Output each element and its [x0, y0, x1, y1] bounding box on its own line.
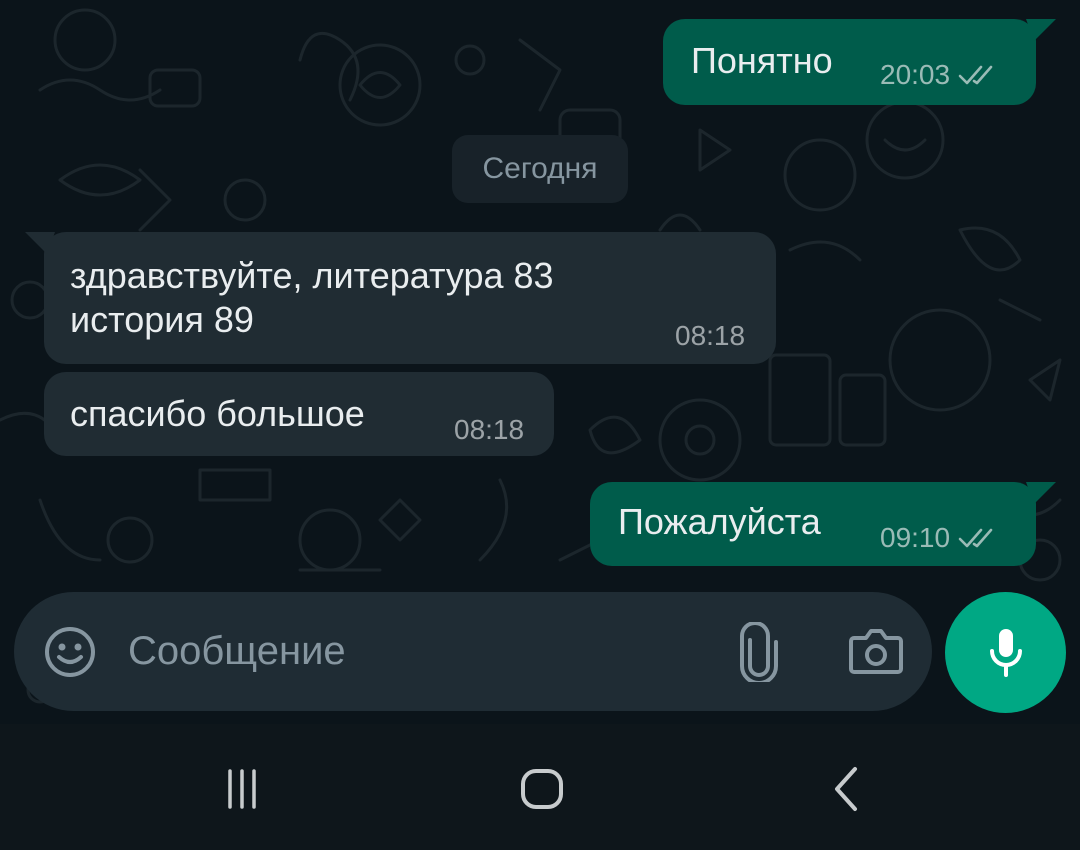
- system-navigation-bar: [0, 724, 1080, 850]
- message-text: спасибо большое: [70, 393, 365, 434]
- message-meta: 09:10: [880, 522, 1000, 554]
- back-button[interactable]: [812, 754, 882, 824]
- double-check-icon: [958, 528, 993, 548]
- message-meta: 08:18: [454, 414, 524, 446]
- emoji-icon[interactable]: [42, 624, 98, 680]
- recent-apps-icon: [228, 769, 256, 809]
- home-icon: [521, 769, 563, 809]
- recent-apps-button[interactable]: [207, 754, 277, 824]
- voice-record-button[interactable]: [945, 592, 1066, 713]
- bubble-tail: [25, 232, 55, 254]
- message-bubble-incoming[interactable]: спасибо большое 08:18: [44, 372, 554, 456]
- message-time: 09:10: [880, 522, 951, 553]
- home-button[interactable]: [507, 754, 577, 824]
- back-icon: [835, 767, 857, 811]
- message-meta: 08:18: [675, 320, 745, 352]
- message-time: 08:18: [454, 414, 525, 445]
- message-text: Пожалуйста: [618, 501, 821, 542]
- message-text: здравствуйте, литература 83 история 89: [70, 255, 554, 340]
- microphone-icon: [989, 628, 1022, 677]
- date-label: Сегодня: [482, 152, 598, 185]
- message-input[interactable]: Сообщение: [128, 629, 346, 674]
- message-composer[interactable]: Сообщение: [14, 592, 932, 711]
- bubble-tail: [1026, 482, 1056, 504]
- message-meta: 20:03: [880, 59, 1000, 91]
- message-bubble-outgoing[interactable]: Пожалуйста 09:10: [590, 482, 1036, 566]
- message-time: 08:18: [675, 320, 746, 351]
- date-divider: Сегодня: [452, 135, 628, 203]
- camera-icon[interactable]: [848, 626, 904, 676]
- paperclip-icon[interactable]: [736, 622, 782, 682]
- message-text: Понятно: [691, 40, 833, 81]
- message-bubble-outgoing[interactable]: Понятно 20:03: [663, 19, 1036, 105]
- bubble-tail: [1026, 19, 1056, 41]
- message-time: 20:03: [880, 59, 951, 90]
- double-check-icon: [958, 65, 993, 85]
- message-bubble-incoming[interactable]: здравствуйте, литература 83 история 89 0…: [44, 232, 776, 364]
